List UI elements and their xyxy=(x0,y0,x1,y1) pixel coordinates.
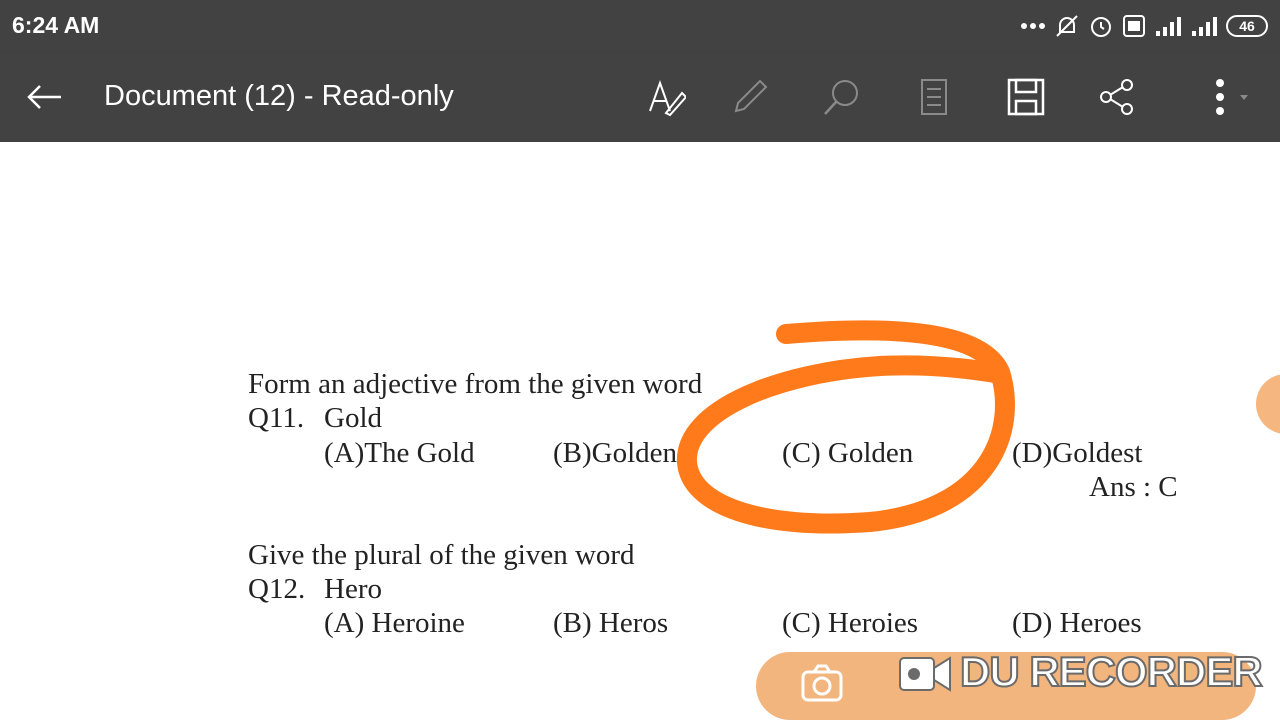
camera-icon[interactable] xyxy=(800,662,844,706)
orange-circle-annotation xyxy=(677,320,1015,534)
du-recorder-watermark: DU RECORDER xyxy=(959,647,1264,696)
video-camera-icon xyxy=(899,656,951,692)
